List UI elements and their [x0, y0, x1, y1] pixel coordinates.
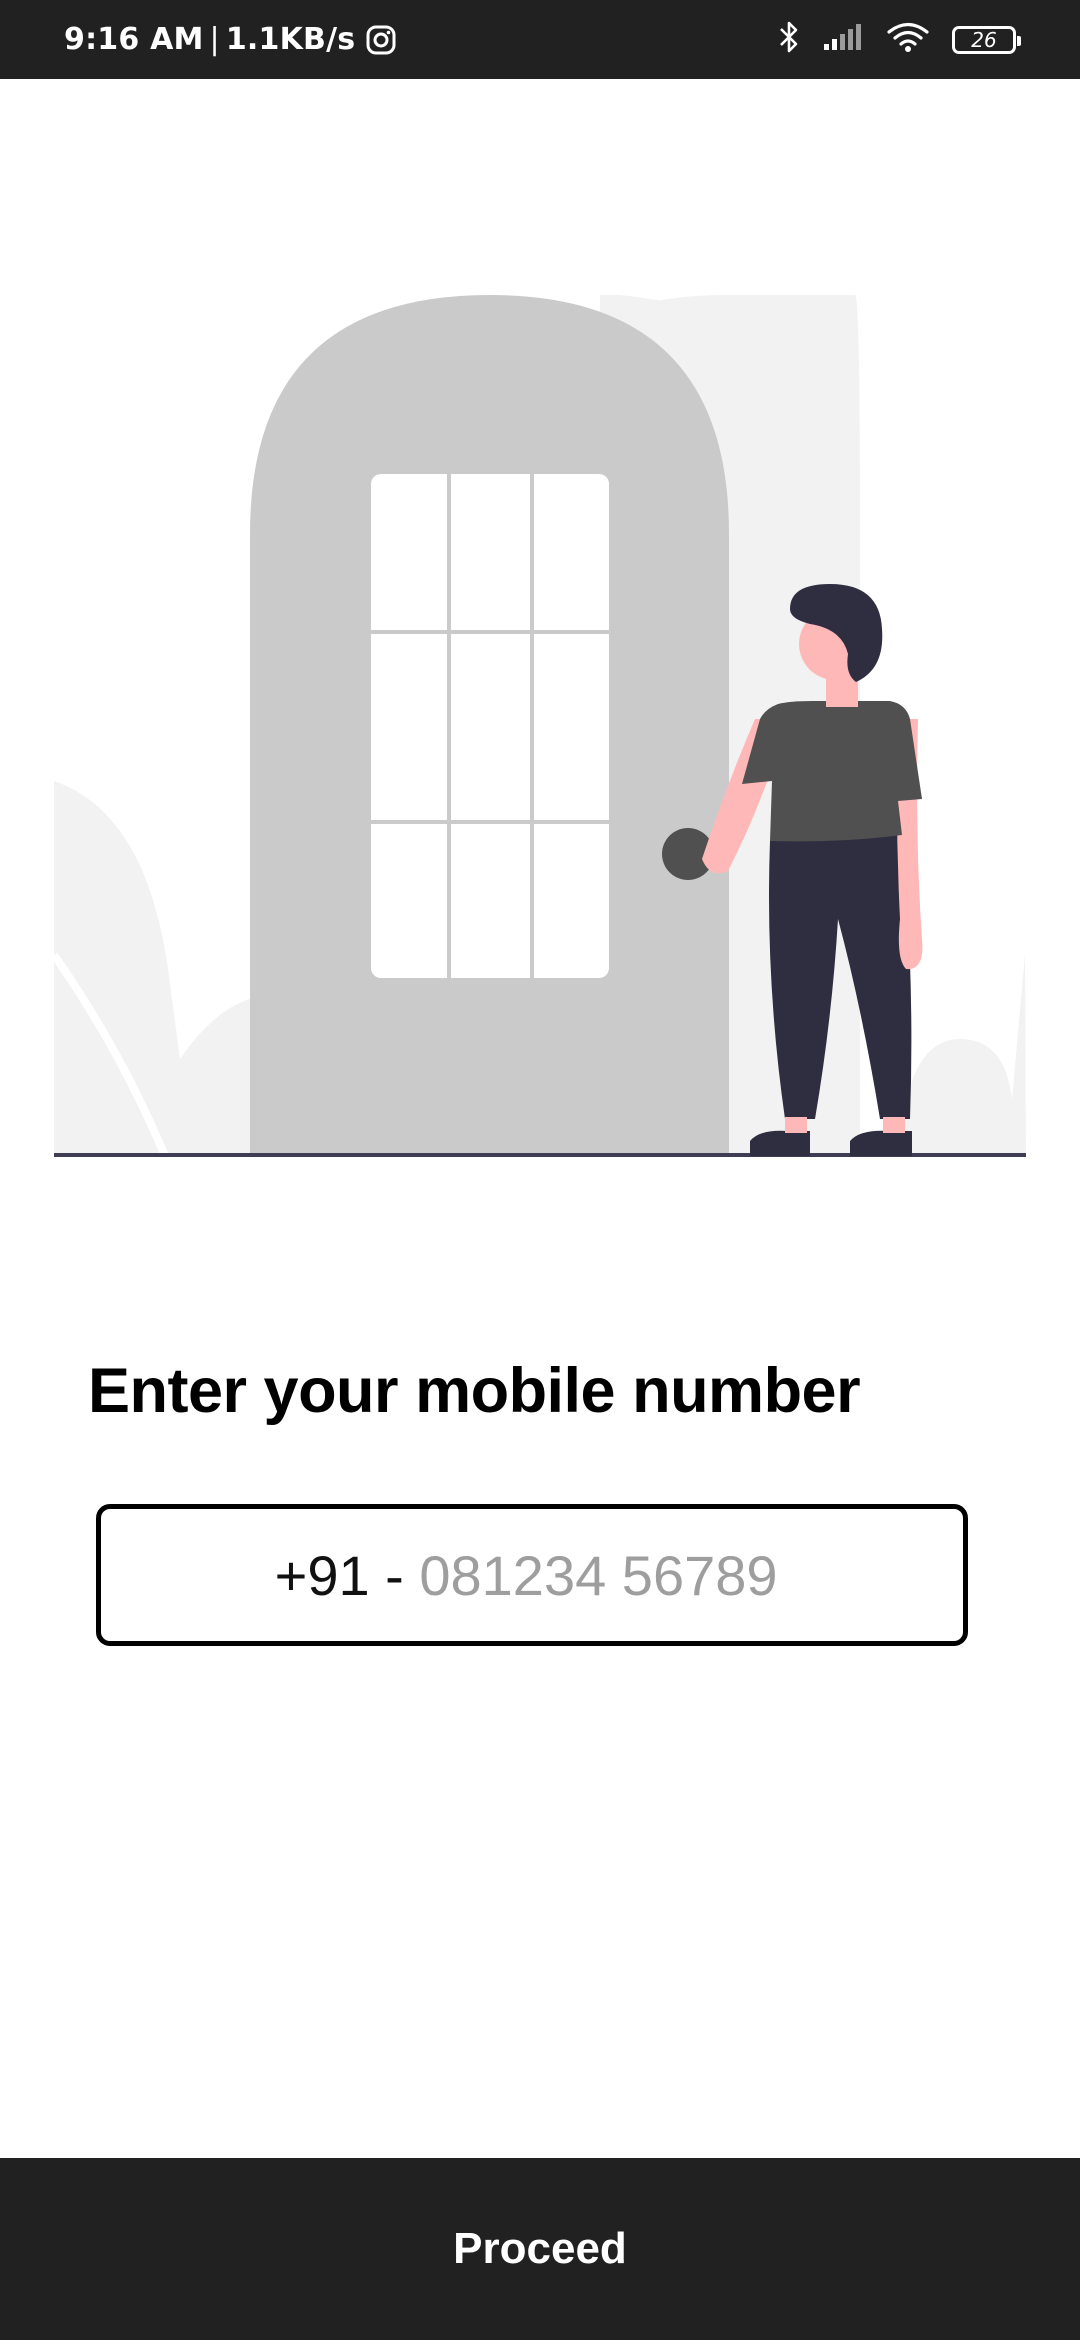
wifi-icon: [886, 21, 930, 58]
right-bush: [900, 954, 1026, 1156]
battery-level: 26: [971, 27, 997, 52]
status-right: 26: [778, 19, 1021, 60]
country-code-prefix: +91 -: [274, 1543, 420, 1607]
instagram-icon: [365, 24, 397, 56]
proceed-button[interactable]: Proceed: [0, 2158, 1080, 2340]
battery-icon: 26: [952, 25, 1021, 54]
person-at-door-illustration: [0, 79, 1080, 1179]
person-shoe-right: [850, 1130, 912, 1156]
person-shoe-left: [750, 1130, 810, 1156]
status-bar: 9:16 AM | 1.1KB/s 26: [0, 0, 1080, 79]
page-title: Enter your mobile number: [88, 1356, 861, 1426]
status-separator: |: [209, 22, 220, 57]
door-window: [371, 474, 609, 978]
phone-field[interactable]: +91 -: [96, 1504, 968, 1646]
status-time: 9:16 AM: [64, 22, 204, 57]
network-speed: 1.1KB/s: [225, 22, 356, 57]
bluetooth-icon: [778, 19, 800, 60]
status-left: 9:16 AM | 1.1KB/s: [64, 22, 397, 57]
phone-number-input[interactable]: [419, 1542, 790, 1608]
signal-icon: [822, 22, 864, 57]
